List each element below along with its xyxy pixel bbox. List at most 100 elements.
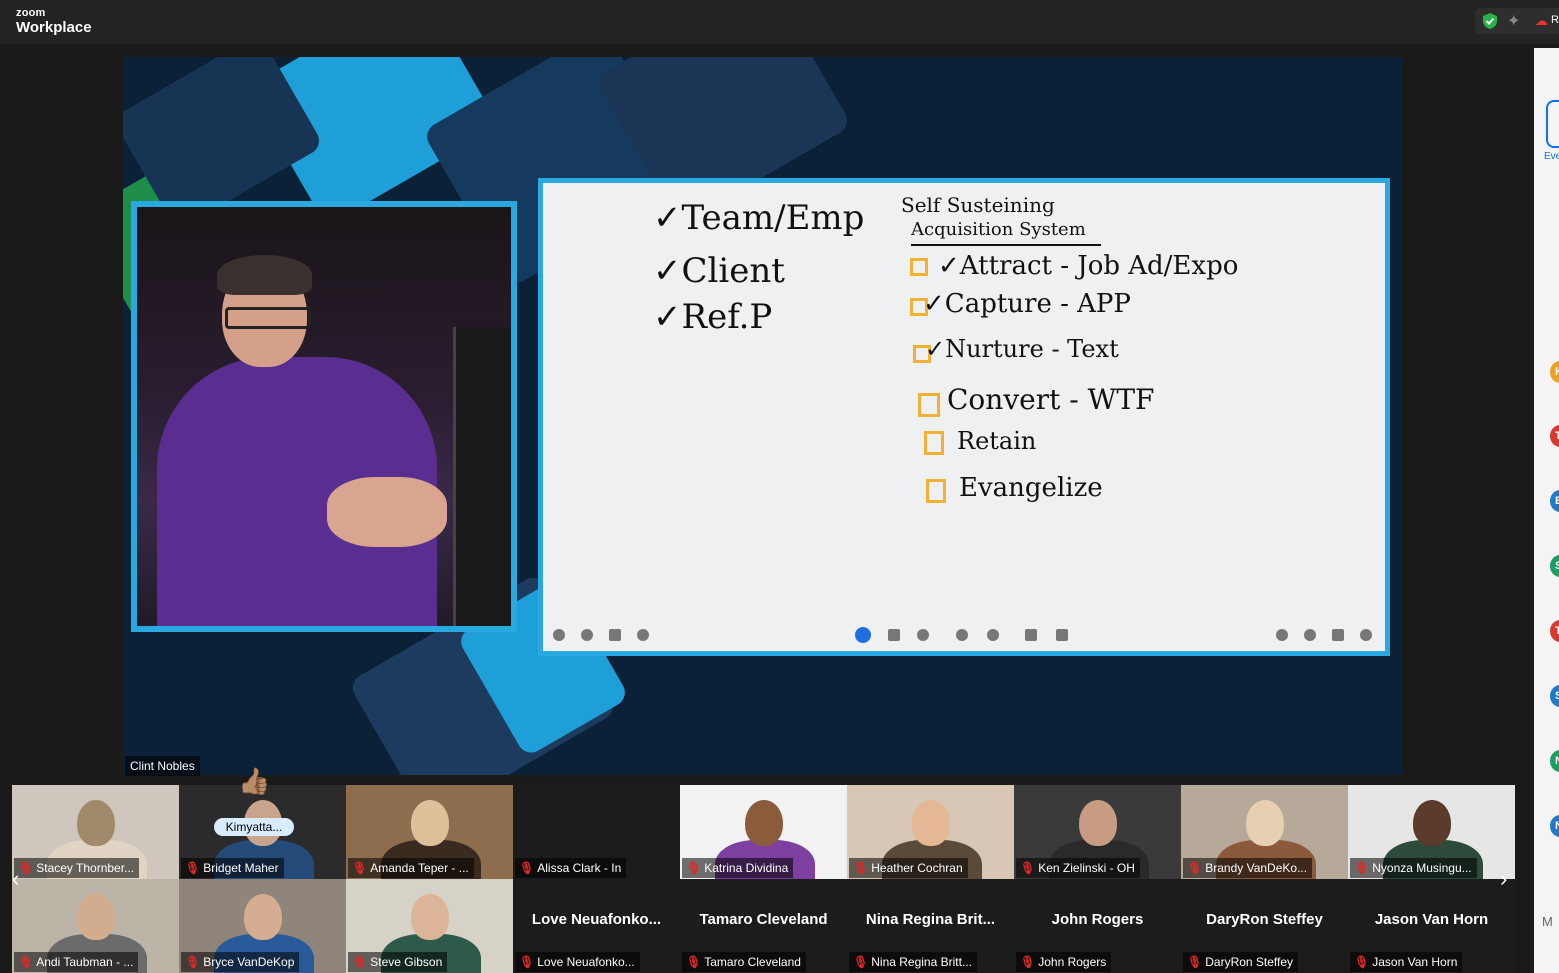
participant-name-label: 🎙 Bridget Maher xyxy=(181,858,284,878)
participant-tile[interactable]: John Rogers 🎙 John Rogers xyxy=(1014,879,1181,973)
participant-tile[interactable]: 🎙 Amanda Teper - ... xyxy=(346,785,513,879)
participant-name: Bridget Maher xyxy=(203,861,279,875)
muted-mic-icon: 🎙 xyxy=(18,955,34,969)
wb-checkbox xyxy=(926,479,946,503)
participant-avatar[interactable]: B xyxy=(1550,490,1559,512)
participant-avatar[interactable]: K xyxy=(1550,361,1559,383)
participant-name: Katrina Dividina xyxy=(704,861,789,875)
participant-tile[interactable]: 🎙 Bryce VanDeKop xyxy=(179,879,346,973)
participant-name: Tamaro Cleveland xyxy=(704,955,801,969)
participant-tile[interactable]: Tamaro Cleveland 🎙 Tamaro Cleveland xyxy=(680,879,847,973)
participant-name: Nina Regina Britt... xyxy=(871,955,972,969)
participant-face xyxy=(244,894,282,940)
wb-zoom-in-icon[interactable] xyxy=(1276,629,1288,641)
events-label: Eve xyxy=(1544,151,1559,162)
chevron-left-icon[interactable]: ‹ xyxy=(12,866,19,892)
side-panel: Eve K T B S T S N N M xyxy=(1534,48,1559,973)
participant-tile[interactable]: 🎙 Steve Gibson xyxy=(346,879,513,973)
participant-face xyxy=(912,800,950,846)
participant-avatar[interactable]: S xyxy=(1550,685,1559,707)
wb-item: ✓Capture - APP xyxy=(923,289,1131,319)
participant-tile[interactable]: 🎙 Nyonza Musingu... xyxy=(1348,785,1515,879)
wb-tool-icon[interactable] xyxy=(553,629,565,641)
participant-avatar[interactable]: N xyxy=(1550,815,1559,837)
participant-name-label: 🎙 Tamaro Cleveland xyxy=(682,952,806,972)
wb-back-icon[interactable] xyxy=(1304,629,1316,641)
muted-mic-icon: 🎙 xyxy=(1020,861,1036,875)
participant-name-label: 🎙 Love Neuafonko... xyxy=(515,952,640,972)
muted-mic-icon: 🎙 xyxy=(185,861,201,875)
participant-name: Bryce VanDeKop xyxy=(203,955,295,969)
participant-tile[interactable]: 🎙 Andi Taubman - ... xyxy=(12,879,179,973)
participant-avatar[interactable]: T xyxy=(1550,425,1559,447)
wb-redo-icon[interactable] xyxy=(987,629,999,641)
gallery-strip: 🎙 Stacey Thornber... 🎙 Bridget Maher 🎙 Amanda… xyxy=(12,785,1515,973)
participant-face xyxy=(411,894,449,940)
participant-tile[interactable]: DaryRon Steffey 🎙 DaryRon Steffey xyxy=(1181,879,1348,973)
whiteboard[interactable]: ✓Team/Emp ✓Client ✓Ref.P Self Susteining… xyxy=(543,183,1385,651)
participant-name-label: 🎙 Steve Gibson xyxy=(348,952,448,972)
participant-avatar[interactable]: N xyxy=(1550,750,1559,772)
wb-forward-icon[interactable] xyxy=(1360,629,1372,641)
muted-mic-icon: 🎙 xyxy=(352,861,368,875)
muted-mic-icon: 🎙 xyxy=(686,955,702,969)
participant-name-label: 🎙 Heather Cochran xyxy=(849,858,968,878)
participant-avatar[interactable]: S xyxy=(1550,555,1559,577)
participant-rename-pill: Kimyatta... xyxy=(214,818,294,836)
wb-pen-icon[interactable] xyxy=(855,627,871,643)
participant-avatar[interactable]: T xyxy=(1550,620,1559,642)
muted-mic-icon: 🎙 xyxy=(1020,955,1036,969)
participant-tile[interactable]: Love Neuafonko... 🎙 Love Neuafonko... xyxy=(513,879,680,973)
wb-undo-icon[interactable] xyxy=(956,629,968,641)
shield-check-icon[interactable] xyxy=(1481,12,1499,30)
muted-mic-icon: 🎙 xyxy=(519,955,535,969)
participant-tile[interactable]: Jason Van Horn 🎙 Jason Van Horn xyxy=(1348,879,1515,973)
participant-name-label: 🎙 Stacey Thornber... xyxy=(14,858,140,878)
participant-name-label: 🎙 Andi Taubman - ... xyxy=(14,952,139,972)
participant-name: Amanda Teper - ... xyxy=(370,861,469,875)
wb-layers-icon[interactable] xyxy=(1332,629,1344,641)
wb-item: ✓Nurture - Text xyxy=(925,335,1119,363)
participant-tile[interactable]: 🎙 Ken Zielinski - OH xyxy=(1014,785,1181,879)
speaker-hair xyxy=(217,255,312,295)
participant-display-name: John Rogers xyxy=(1051,911,1144,928)
wb-eraser-icon[interactable] xyxy=(888,629,900,641)
zoom-logo-small: zoom xyxy=(16,7,46,19)
speaker-video xyxy=(137,207,511,626)
cloud-record-icon[interactable]: ☁ xyxy=(1535,13,1548,29)
participant-tile[interactable]: 🎙 Katrina Dividina xyxy=(680,785,847,879)
wb-select-icon[interactable] xyxy=(917,629,929,641)
speaker-glasses xyxy=(225,307,311,329)
participant-display-name: Jason Van Horn xyxy=(1374,911,1489,928)
participant-name: John Rogers xyxy=(1038,955,1107,969)
wb-checkbox xyxy=(910,258,928,276)
participant-name: Heather Cochran xyxy=(871,861,963,875)
participant-tile[interactable]: Nina Regina Brit... 🎙 Nina Regina Britt... xyxy=(847,879,1014,973)
participant-face xyxy=(745,800,783,846)
participant-tile[interactable]: 🎙 Stacey Thornber... xyxy=(12,785,179,879)
wb-title-line2: Acquisition System xyxy=(911,219,1086,240)
muted-mic-icon: 🎙 xyxy=(1187,955,1203,969)
ai-sparkle-icon[interactable]: ✦ xyxy=(1507,11,1520,31)
muted-mic-icon: 🎙 xyxy=(519,861,535,875)
wb-insert-icon[interactable] xyxy=(1025,629,1037,641)
titlebar-right-label: R xyxy=(1551,14,1559,26)
muted-mic-icon: 🎙 xyxy=(185,955,201,969)
participant-face xyxy=(411,800,449,846)
wb-checkbox xyxy=(918,393,940,417)
wb-folder-icon[interactable] xyxy=(609,629,621,641)
wb-grid-icon[interactable] xyxy=(1056,629,1068,641)
wb-tool-icon[interactable] xyxy=(637,629,649,641)
participant-tile[interactable]: 🎙 Brandy VanDeKo... xyxy=(1181,785,1348,879)
wb-tool-icon[interactable] xyxy=(581,629,593,641)
muted-mic-icon: 🎙 xyxy=(853,861,869,875)
participant-tile[interactable]: 🎙 Heather Cochran xyxy=(847,785,1014,879)
events-button[interactable] xyxy=(1546,100,1559,148)
participant-tile[interactable]: 🎙 Alissa Clark - In xyxy=(513,785,680,879)
participant-name-label: 🎙 Bryce VanDeKop xyxy=(181,952,300,972)
zoom-logo-workplace: Workplace xyxy=(16,19,92,36)
chevron-right-icon[interactable]: › xyxy=(1500,866,1507,892)
participant-name: Andi Taubman - ... xyxy=(36,955,134,969)
muted-mic-icon: 🎙 xyxy=(1354,861,1370,875)
wb-left-item: ✓Client xyxy=(653,251,785,291)
